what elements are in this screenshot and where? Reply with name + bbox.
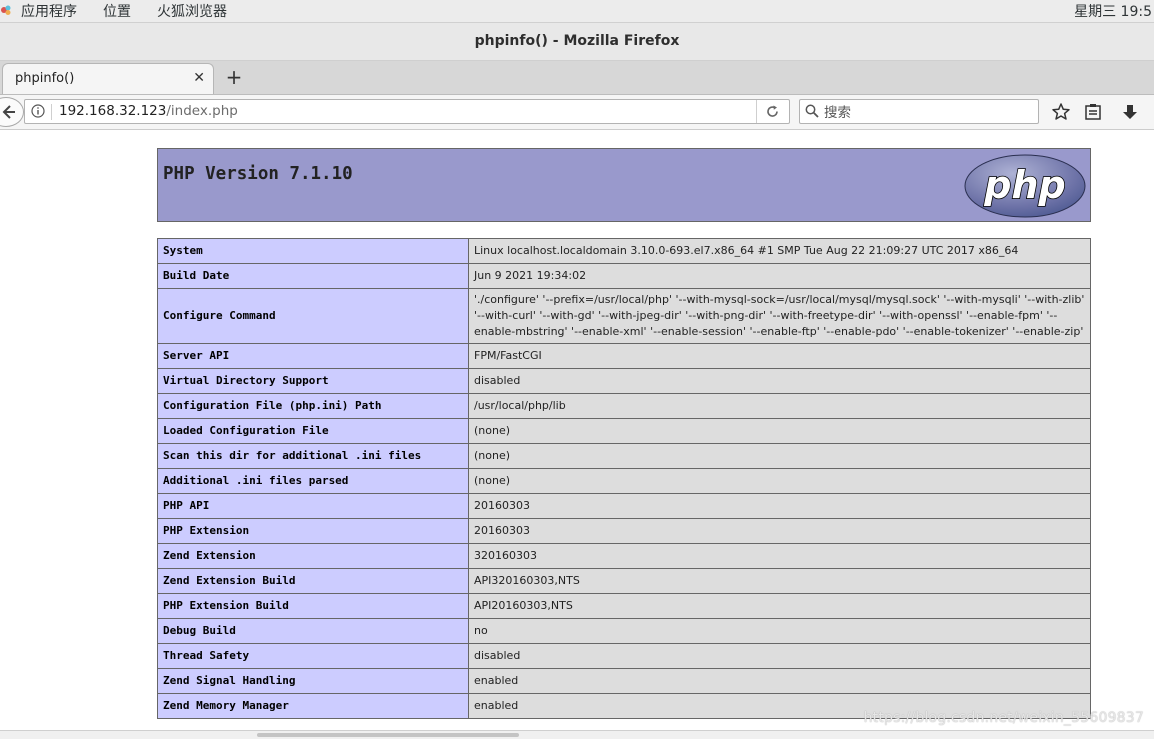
page-content: PHP Version 7.1.10 php System Linux local… xyxy=(0,130,1154,730)
info-key: Debug Build xyxy=(157,618,469,644)
menu-places[interactable]: 位置 xyxy=(103,1,131,21)
info-key: Zend Memory Manager xyxy=(157,693,469,719)
info-table-row: Zend Signal Handling enabled xyxy=(157,668,1091,694)
window-title-bar: phpinfo() - Mozilla Firefox xyxy=(0,23,1154,61)
info-key: Scan this dir for additional .ini files xyxy=(157,443,469,469)
reload-icon xyxy=(767,105,778,117)
info-value: disabled xyxy=(468,368,1091,394)
php-info-table: System Linux localhost.localdomain 3.10.0… xyxy=(157,238,1091,719)
info-value: (none) xyxy=(468,468,1091,494)
tab-strip: phpinfo() ✕ + xyxy=(0,61,1154,95)
scrollbar-thumb[interactable] xyxy=(257,733,519,737)
info-key: System xyxy=(157,238,469,264)
search-input[interactable] xyxy=(822,102,1036,123)
info-table-row: PHP Extension Build API20160303,NTS xyxy=(157,593,1091,619)
url-text[interactable]: 192.168.32.123/index.php xyxy=(59,103,238,119)
search-icon xyxy=(805,104,819,118)
info-value: API320160303,NTS xyxy=(468,568,1091,594)
info-key: Additional .ini files parsed xyxy=(157,468,469,494)
info-key: Configuration File (php.ini) Path xyxy=(157,393,469,419)
info-value: /usr/local/php/lib xyxy=(468,393,1091,419)
back-button[interactable] xyxy=(0,97,24,127)
url-bar[interactable]: 192.168.32.123/index.php xyxy=(24,99,790,124)
php-logo-text: php xyxy=(983,163,1065,207)
new-tab-button[interactable]: + xyxy=(224,65,244,89)
search-box[interactable] xyxy=(799,99,1039,124)
info-table-row: Zend Extension 320160303 xyxy=(157,543,1091,569)
info-value: Linux localhost.localdomain 3.10.0-693.e… xyxy=(468,238,1091,264)
info-value: 320160303 xyxy=(468,543,1091,569)
info-key: Virtual Directory Support xyxy=(157,368,469,394)
url-path: /index.php xyxy=(166,103,238,119)
info-key: Zend Signal Handling xyxy=(157,668,469,694)
navigation-bar: 192.168.32.123/index.php xyxy=(0,95,1154,130)
download-icon[interactable] xyxy=(1120,102,1140,122)
info-value: API20160303,NTS xyxy=(468,593,1091,619)
info-table-row: Debug Build no xyxy=(157,618,1091,644)
clock[interactable]: 星期三 19:5 xyxy=(1074,1,1152,21)
bookmark-star-icon[interactable] xyxy=(1051,102,1071,122)
info-table-row: PHP API 20160303 xyxy=(157,493,1091,519)
php-version-header: PHP Version 7.1.10 php xyxy=(157,148,1091,222)
back-arrow-icon xyxy=(2,105,15,119)
tab-label: phpinfo() xyxy=(15,71,75,86)
reload-button[interactable] xyxy=(756,100,789,123)
info-value: './configure' '--prefix=/usr/local/php' … xyxy=(468,288,1091,344)
info-table-row: Scan this dir for additional .ini files(… xyxy=(157,443,1091,469)
info-table-row: Zend Extension Build API320160303,NTS xyxy=(157,568,1091,594)
info-table-row: Loaded Configuration File (none) xyxy=(157,418,1091,444)
info-key: PHP Extension xyxy=(157,518,469,544)
info-table-row: System Linux localhost.localdomain 3.10.0… xyxy=(157,238,1091,264)
info-key: PHP Extension Build xyxy=(157,593,469,619)
php-logo-icon: php xyxy=(964,154,1086,218)
info-key: Configure Command xyxy=(157,288,469,344)
info-key: PHP API xyxy=(157,493,469,519)
url-host: 192.168.32.123 xyxy=(59,103,167,119)
info-table-row: Configuration File (php.ini) Path/usr/lo… xyxy=(157,393,1091,419)
info-key: Zend Extension Build xyxy=(157,568,469,594)
url-separator xyxy=(51,104,52,120)
window-title: phpinfo() - Mozilla Firefox xyxy=(474,33,680,49)
info-value: no xyxy=(468,618,1091,644)
gnome-top-bar: 应用程序 位置 火狐浏览器 星期三 19:5 xyxy=(0,0,1154,23)
menu-applications[interactable]: 应用程序 xyxy=(21,1,77,21)
info-value: enabled xyxy=(468,668,1091,694)
tab-close-icon[interactable]: ✕ xyxy=(193,70,205,86)
reading-list-icon[interactable] xyxy=(1083,102,1103,122)
info-key: Thread Safety xyxy=(157,643,469,669)
gnome-logo-icon xyxy=(1,5,11,15)
info-table-row: Thread Safety disabled xyxy=(157,643,1091,669)
info-table-row: Additional .ini files parsed (none) xyxy=(157,468,1091,494)
watermark-text: https://blog.csdn.net/weixin_55609837 xyxy=(863,710,1144,726)
info-value: (none) xyxy=(468,418,1091,444)
info-table-row: PHP Extension 20160303 xyxy=(157,518,1091,544)
menu-firefox[interactable]: 火狐浏览器 xyxy=(157,1,227,21)
info-table-row: Server API FPM/FastCGI xyxy=(157,343,1091,369)
info-value: 20160303 xyxy=(468,518,1091,544)
info-value: FPM/FastCGI xyxy=(468,343,1091,369)
info-table-row: Build Date Jun 9 2021 19:34:02 xyxy=(157,263,1091,289)
info-key: Build Date xyxy=(157,263,469,289)
info-key: Loaded Configuration File xyxy=(157,418,469,444)
info-value: Jun 9 2021 19:34:02 xyxy=(468,263,1091,289)
info-key: Server API xyxy=(157,343,469,369)
php-version-title: PHP Version 7.1.10 xyxy=(163,164,353,184)
info-value: 20160303 xyxy=(468,493,1091,519)
info-key: Zend Extension xyxy=(157,543,469,569)
info-value: (none) xyxy=(468,443,1091,469)
info-value: disabled xyxy=(468,643,1091,669)
site-info-icon[interactable] xyxy=(31,104,45,118)
info-table-row: Configure Command './configure' '--prefix… xyxy=(157,288,1091,344)
info-table-row: Virtual Directory Support disabled xyxy=(157,368,1091,394)
tab-phpinfo[interactable]: phpinfo() ✕ xyxy=(2,63,214,94)
